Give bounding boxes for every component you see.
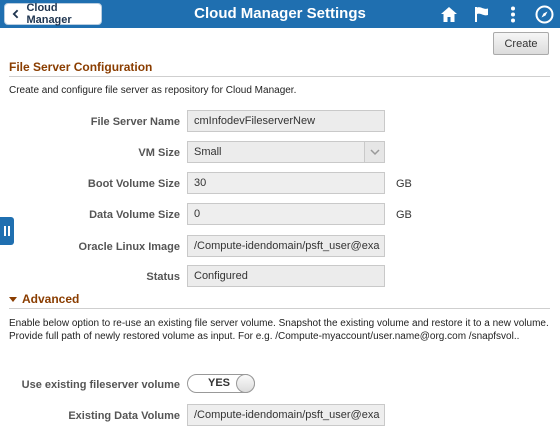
existing-data-volume-value: /Compute-idendomain/psft_user@exa	[194, 409, 380, 421]
data-volume-unit: GB	[396, 209, 412, 221]
advanced-description: Enable below option to re-use an existin…	[9, 318, 549, 342]
toggle-knob	[236, 374, 255, 393]
status-value: Configured	[194, 270, 248, 282]
side-panel-handle[interactable]	[0, 217, 14, 245]
data-volume-size-label: Data Volume Size	[89, 209, 180, 221]
back-button-label: Cloud Manager	[26, 2, 72, 26]
more-menu-icon[interactable]	[502, 3, 524, 25]
back-button[interactable]: Cloud Manager	[4, 2, 102, 26]
section-divider	[9, 76, 550, 77]
file-server-description: Create and configure file server as repo…	[9, 85, 297, 96]
status-field: Configured	[187, 265, 385, 287]
existing-data-volume-input[interactable]: /Compute-idendomain/psft_user@exa	[187, 404, 385, 426]
page-title: Cloud Manager Settings	[194, 5, 366, 22]
oracle-linux-image-value: /Compute-idendomain/psft_user@exa	[194, 240, 380, 252]
file-server-name-value: cmInfodevFileserverNew	[194, 115, 316, 127]
boot-volume-size-input[interactable]: 30	[187, 172, 385, 194]
file-server-name-label: File Server Name	[90, 116, 180, 128]
vm-size-label: VM Size	[138, 147, 180, 159]
data-volume-size-value: 0	[194, 208, 201, 220]
boot-volume-unit: GB	[396, 178, 412, 190]
section-title-file-server: File Server Configuration	[9, 60, 153, 74]
oracle-linux-image-label: Oracle Linux Image	[78, 241, 180, 253]
flag-icon[interactable]	[471, 3, 493, 25]
use-existing-volume-label: Use existing fileserver volume	[21, 379, 180, 391]
home-icon[interactable]	[438, 3, 460, 25]
caret-down-icon	[9, 296, 17, 302]
chevron-down-icon[interactable]	[364, 142, 384, 162]
navbar-compass-icon[interactable]	[533, 3, 555, 25]
file-server-name-field: cmInfodevFileserverNew	[187, 110, 385, 132]
pause-bar-right	[8, 226, 10, 236]
app-header: Cloud Manager Cloud Manager Settings	[0, 0, 560, 28]
advanced-label: Advanced	[22, 292, 80, 306]
use-existing-volume-toggle[interactable]: YES	[187, 374, 255, 393]
toggle-state-text: YES	[208, 377, 231, 389]
vm-size-value: Small	[194, 146, 222, 158]
boot-volume-size-value: 30	[194, 177, 207, 189]
vm-size-select[interactable]: Small	[187, 141, 385, 163]
chevron-left-icon	[12, 9, 19, 19]
boot-volume-size-label: Boot Volume Size	[87, 178, 180, 190]
create-button[interactable]: Create	[493, 32, 549, 55]
pause-bar-left	[4, 226, 6, 236]
status-label: Status	[146, 271, 180, 283]
existing-data-volume-label: Existing Data Volume	[68, 410, 180, 422]
advanced-collapsible-toggle[interactable]: Advanced	[9, 292, 79, 306]
advanced-divider	[9, 308, 550, 309]
data-volume-size-input[interactable]: 0	[187, 203, 385, 225]
oracle-linux-image-field: /Compute-idendomain/psft_user@exa	[187, 235, 385, 257]
